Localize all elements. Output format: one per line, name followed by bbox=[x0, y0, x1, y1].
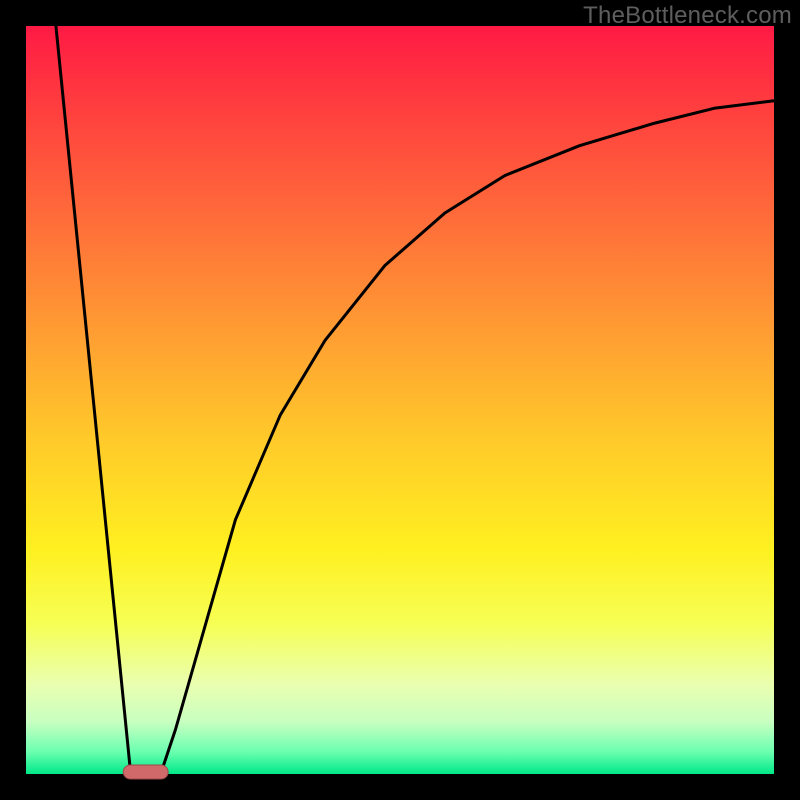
bottleneck-chart: TheBottleneck.com bbox=[0, 0, 800, 800]
chart-canvas bbox=[0, 0, 800, 800]
min-marker bbox=[123, 765, 168, 779]
chart-background bbox=[26, 26, 774, 774]
